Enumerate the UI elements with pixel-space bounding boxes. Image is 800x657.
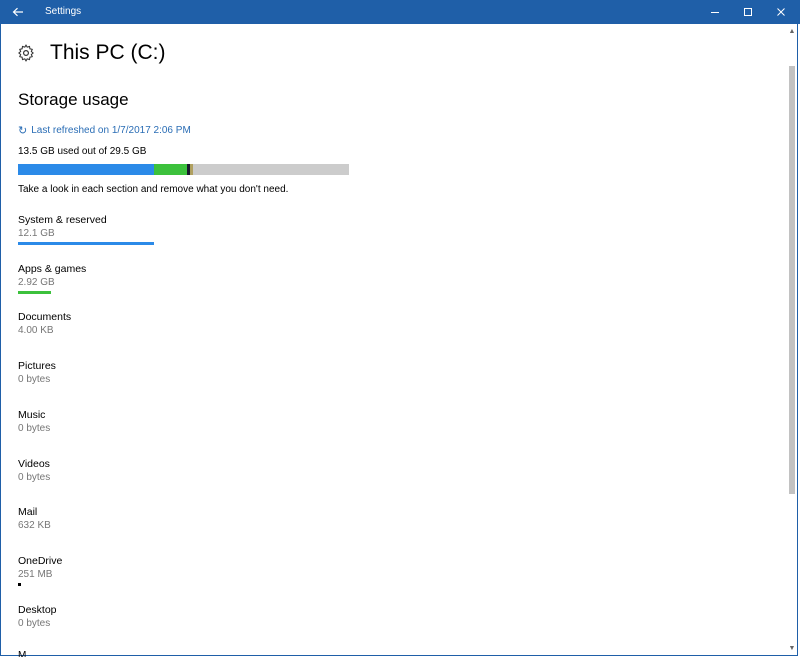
category-size: 0 bytes [18,618,51,629]
category-item[interactable]: Desktop 0 bytes [18,603,57,631]
category-usage-bar [18,242,154,245]
category-size: 251 MB [18,569,53,580]
window-frame [0,24,798,656]
category-name: Apps & games [18,263,87,275]
list-item-partial: M [18,650,27,657]
category-name: Videos [18,458,50,470]
category-name: Documents [18,311,72,323]
category-name: Mail [18,506,38,518]
usage-bar-segment [154,164,187,175]
scroll-down-arrow[interactable]: ▼ [788,645,796,653]
refresh-icon: ↻ [18,125,28,137]
refresh-label: Last refreshed on 1/7/2017 2:06 PM [31,125,191,136]
category-item[interactable]: OneDrive 251 MB [18,554,62,586]
category-item[interactable]: Mail 632 KB [18,505,51,533]
category-size: 0 bytes [18,423,51,434]
hint-text: Take a look in each section and remove w… [18,184,289,195]
category-size: 0 bytes [18,374,51,385]
category-size: 2.92 GB [18,277,55,288]
title-bar: Settings [0,0,800,24]
category-item[interactable]: Pictures 0 bytes [18,359,56,387]
scrollbar-thumb[interactable] [789,66,795,494]
page-title: This PC (C:) [50,41,166,64]
category-item[interactable]: Music 0 bytes [18,408,50,436]
usage-summary: 13.5 GB used out of 29.5 GB [18,146,147,157]
category-size: 4.00 KB [18,325,54,336]
category-name: OneDrive [18,555,63,567]
back-arrow-icon [12,7,23,17]
category-item[interactable]: System & reserved 12.1 GB [18,213,154,245]
window-title: Settings [45,6,82,17]
usage-bar-segment [18,164,154,175]
category-name: Pictures [18,360,56,372]
category-name: System & reserved [18,214,107,226]
close-button[interactable] [766,0,796,24]
category-usage-bar [18,291,51,294]
category-name: Music [18,409,46,421]
close-icon [777,8,785,16]
refresh-link[interactable]: ↻ Last refreshed on 1/7/2017 2:06 PM [18,124,191,138]
maximize-icon [744,8,752,16]
minimize-button[interactable] [700,0,730,24]
category-size: 632 KB [18,520,51,531]
category-size: 0 bytes [18,472,51,483]
category-item[interactable]: Videos 0 bytes [18,457,50,485]
usage-bar-segment [190,164,193,175]
section-title: Storage usage [18,90,129,109]
category-item[interactable]: Apps & games 2.92 GB [18,262,86,294]
gear-icon [18,44,34,62]
back-button[interactable] [0,0,36,24]
scroll-up-arrow[interactable]: ▲ [788,28,796,36]
category-item[interactable]: Documents 4.00 KB [18,310,71,338]
category-usage-bar [18,583,21,586]
category-name: Desktop [18,604,57,616]
category-size: 12.1 GB [18,228,55,239]
minimize-icon [711,12,719,13]
maximize-button[interactable] [733,0,763,24]
usage-bar [18,164,349,175]
